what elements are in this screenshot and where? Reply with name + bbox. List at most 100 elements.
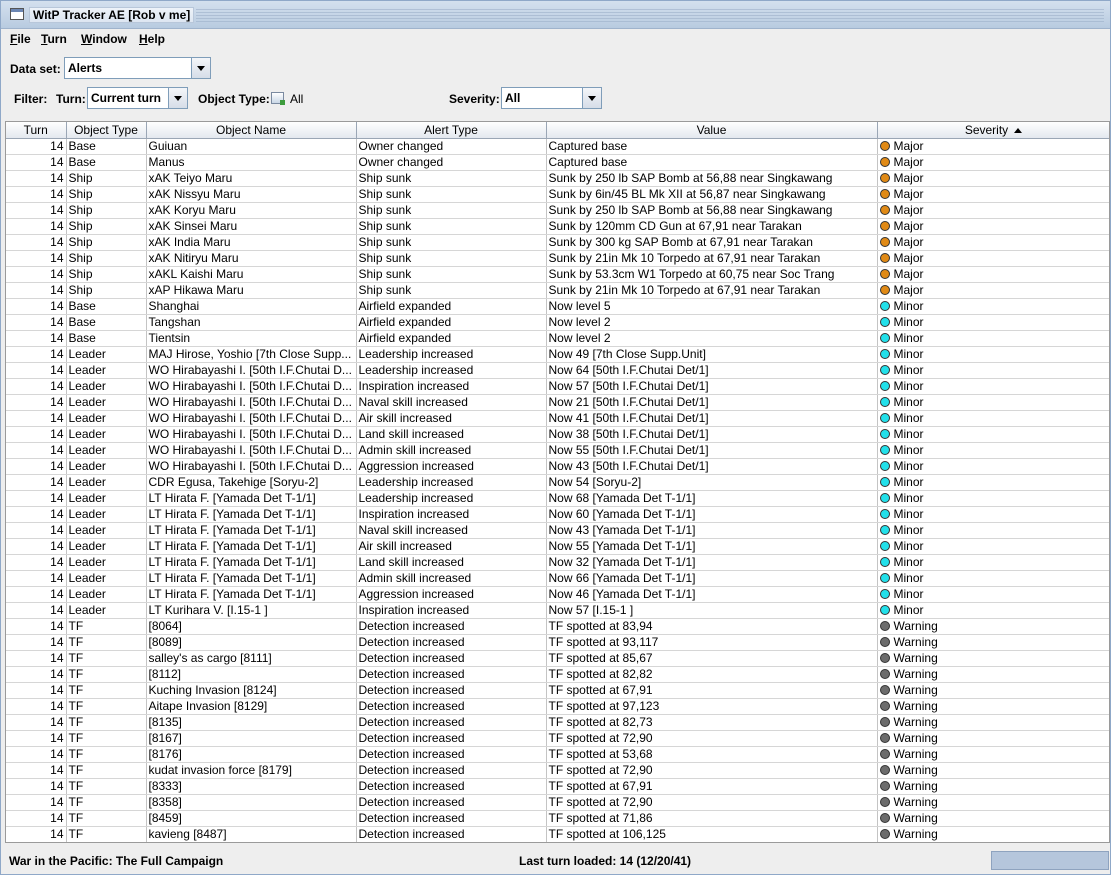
table-row[interactable]: 14 Ship xAK Teiyo Maru Ship sunk Sunk by 250… <box>6 170 1109 187</box>
chevron-down-icon[interactable] <box>191 58 210 78</box>
cell-object-type: TF <box>66 778 147 795</box>
object-type-icon[interactable] <box>271 92 285 105</box>
table-row[interactable]: 14 TF [8176] Detection increased TF spotted… <box>6 746 1109 763</box>
table-row[interactable]: 14 Leader LT Hirata F. [Yamada Det T-1/1] A… <box>6 570 1109 587</box>
sort-ascending-icon <box>1014 128 1023 133</box>
cell-turn: 14 <box>6 586 67 603</box>
table-row[interactable]: 14 Base Shanghai Airfield expanded Now level… <box>6 298 1109 315</box>
cell-turn: 14 <box>6 618 67 635</box>
table-row[interactable]: 14 Base Tientsin Airfield expanded Now level… <box>6 330 1109 347</box>
cell-object-type: Leader <box>66 586 147 603</box>
table-row[interactable]: 14 TF [8089] Detection increased TF spotted… <box>6 634 1109 651</box>
table-row[interactable]: 14 Ship xAK Sinsei Maru Ship sunk Sunk by 12… <box>6 218 1109 235</box>
table-row[interactable]: 14 Leader CDR Egusa, Takehige [Soryu-2] Lea… <box>6 474 1109 491</box>
table-row[interactable]: 14 Ship xAK India Maru Ship sunk Sunk by 300… <box>6 234 1109 251</box>
table-row[interactable]: 14 Leader LT Kurihara V. [I.15-1 ] Inspirat… <box>6 602 1109 619</box>
cell-object-type: Leader <box>66 570 147 587</box>
cell-severity: Major <box>877 202 1109 219</box>
table-row[interactable]: 14 TF [8333] Detection increased TF spotted… <box>6 778 1109 795</box>
cell-object-name: MAJ Hirose, Yoshio [7th Close Supp... <box>146 346 357 363</box>
chevron-down-icon[interactable] <box>168 88 187 108</box>
menu-turn[interactable]: Turn <box>41 32 67 46</box>
table-row[interactable]: 14 TF [8112] Detection increased TF spotted… <box>6 666 1109 683</box>
chevron-down-icon[interactable] <box>582 88 601 108</box>
table-row[interactable]: 14 Ship xAP Hikawa Maru Ship sunk Sunk by 21… <box>6 282 1109 299</box>
dataset-select[interactable]: Alerts <box>64 57 211 79</box>
cell-turn: 14 <box>6 426 67 443</box>
severity-label: Minor <box>893 507 924 521</box>
table-row[interactable]: 14 Leader WO Hirabayashi I. [50th I.F.Chut… <box>6 362 1109 379</box>
table-row[interactable]: 14 Ship xAK Nitiryu Maru Ship sunk Sunk by 2… <box>6 250 1109 267</box>
severity-label: Warning <box>893 811 938 825</box>
table-row[interactable]: 14 Leader WO Hirabayashi I. [50th I.F.Chut… <box>6 458 1109 475</box>
table-row[interactable]: 14 Leader WO Hirabayashi I. [50th I.F.Chut… <box>6 410 1109 427</box>
column-header-value[interactable]: Value <box>546 122 878 139</box>
table-row[interactable]: 14 Ship xAKL Kaishi Maru Ship sunk Sunk by 5… <box>6 266 1109 283</box>
alerts-table[interactable]: Turn Object Type Object Name Alert Type … <box>5 121 1110 843</box>
cell-object-name: xAP Hikawa Maru <box>146 282 357 299</box>
cell-alert-type: Naval skill increased <box>356 522 547 539</box>
severity-dot-icon <box>879 557 890 567</box>
table-row[interactable]: 14 Leader LT Hirata F. [Yamada Det T-1/1] N… <box>6 522 1109 539</box>
table-row[interactable]: 14 TF [8358] Detection increased TF spotted… <box>6 794 1109 811</box>
severity-dot-icon <box>879 365 890 375</box>
table-row[interactable]: 14 Ship xAK Nissyu Maru Ship sunk Sunk by 6i… <box>6 186 1109 203</box>
table-row[interactable]: 14 Base Tangshan Airfield expanded Now level… <box>6 314 1109 331</box>
severity-dot-icon <box>879 189 890 199</box>
severity-label: Minor <box>893 491 924 505</box>
window-icon[interactable] <box>10 8 24 20</box>
menu-help[interactable]: Help <box>139 32 165 46</box>
table-row[interactable]: 14 Leader LT Hirata F. [Yamada Det T-1/1] L… <box>6 490 1109 507</box>
cell-value: Sunk by 6in/45 BL Mk XII at 56,87 near S… <box>546 186 878 203</box>
window-title: WitP Tracker AE [Rob v me] <box>29 7 195 23</box>
table-row[interactable]: 14 TF [8167] Detection increased TF spotted… <box>6 730 1109 747</box>
table-row[interactable]: 14 Leader WO Hirabayashi I. [50th I.F.Chut… <box>6 394 1109 411</box>
table-row[interactable]: 14 TF kavieng [8487] Detection increased TF … <box>6 826 1109 842</box>
table-row[interactable]: 14 Leader LT Hirata F. [Yamada Det T-1/1] A… <box>6 538 1109 555</box>
cell-alert-type: Detection increased <box>356 698 547 715</box>
menu-window[interactable]: Window <box>81 32 127 46</box>
table-row[interactable]: 14 TF Aitape Invasion [8129] Detection incr… <box>6 698 1109 715</box>
severity-select[interactable]: All <box>501 87 602 109</box>
table-row[interactable]: 14 TF [8459] Detection increased TF spotted… <box>6 810 1109 827</box>
table-row[interactable]: 14 Ship xAK Koryu Maru Ship sunk Sunk by 250… <box>6 202 1109 219</box>
cell-alert-type: Land skill increased <box>356 554 547 571</box>
table-row[interactable]: 14 Leader LT Hirata F. [Yamada Det T-1/1] I… <box>6 506 1109 523</box>
table-row[interactable]: 14 TF salley's as cargo [8111] Detection in… <box>6 650 1109 667</box>
table-row[interactable]: 14 TF [8064] Detection increased TF spotted… <box>6 618 1109 635</box>
column-header-severity[interactable]: Severity <box>877 122 1109 139</box>
cell-value: Now 57 [I.15-1 ] <box>546 602 878 619</box>
cell-value: Now 66 [Yamada Det T-1/1] <box>546 570 878 587</box>
table-row[interactable]: 14 Leader MAJ Hirose, Yoshio [7th Close Su… <box>6 346 1109 363</box>
table-row[interactable]: 14 Leader WO Hirabayashi I. [50th I.F.Chut… <box>6 426 1109 443</box>
table-row[interactable]: 14 Leader WO Hirabayashi I. [50th I.F.Chut… <box>6 442 1109 459</box>
column-header-object-type[interactable]: Object Type <box>66 122 147 139</box>
severity-dot-icon <box>879 749 890 759</box>
table-row[interactable]: 14 Base Guiuan Owner changed Captured base Ma… <box>6 138 1109 155</box>
severity-label: Major <box>893 203 924 217</box>
table-row[interactable]: 14 TF [8135] Detection increased TF spotted… <box>6 714 1109 731</box>
object-type-value[interactable]: All <box>290 92 303 106</box>
menu-file[interactable]: File <box>10 32 31 46</box>
severity-label: Minor <box>893 587 924 601</box>
column-header-turn[interactable]: Turn <box>6 122 67 139</box>
table-row[interactable]: 14 Leader LT Hirata F. [Yamada Det T-1/1] L… <box>6 554 1109 571</box>
title-bar[interactable]: WitP Tracker AE [Rob v me] <box>1 1 1110 29</box>
column-header-object-name[interactable]: Object Name <box>146 122 357 139</box>
column-header-alert-type[interactable]: Alert Type <box>356 122 547 139</box>
severity-dot-icon <box>879 717 890 727</box>
cell-turn: 14 <box>6 138 67 155</box>
table-row[interactable]: 14 TF kudat invasion force [8179] Detection… <box>6 762 1109 779</box>
cell-object-name: xAK India Maru <box>146 234 357 251</box>
table-row[interactable]: 14 Base Manus Owner changed Captured base Maj… <box>6 154 1109 171</box>
cell-object-name: xAK Nissyu Maru <box>146 186 357 203</box>
table-row[interactable]: 14 Leader WO Hirabayashi I. [50th I.F.Chut… <box>6 378 1109 395</box>
table-row[interactable]: 14 TF Kuching Invasion [8124] Detection inc… <box>6 682 1109 699</box>
turn-select[interactable]: Current turn <box>87 87 188 109</box>
title-bar-grip <box>196 8 1104 22</box>
cell-object-name: kudat invasion force [8179] <box>146 762 357 779</box>
table-row[interactable]: 14 Leader LT Hirata F. [Yamada Det T-1/1] A… <box>6 586 1109 603</box>
cell-alert-type: Detection increased <box>356 650 547 667</box>
cell-object-type: Leader <box>66 426 147 443</box>
severity-dot-icon <box>879 573 890 583</box>
